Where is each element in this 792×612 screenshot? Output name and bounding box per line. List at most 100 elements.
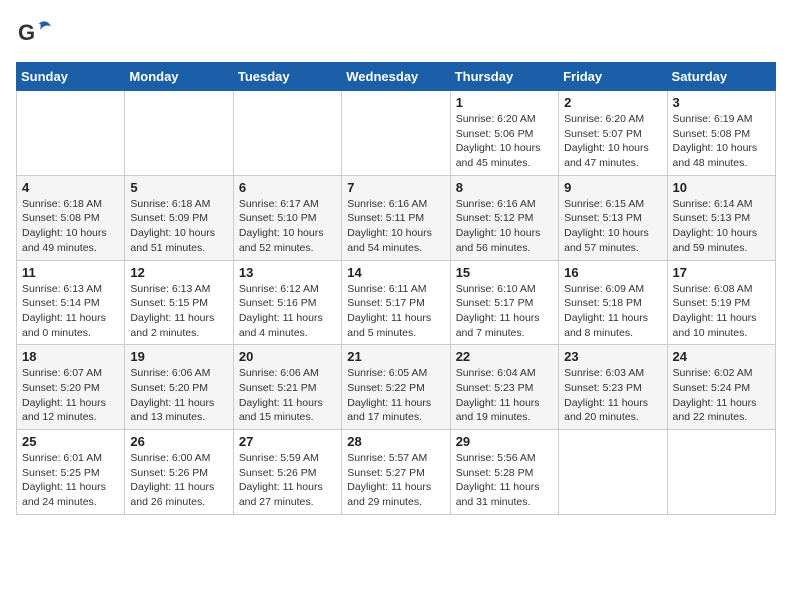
day-number: 2	[564, 95, 661, 110]
day-number: 16	[564, 265, 661, 280]
calendar-cell: 4 Sunrise: 6:18 AM Sunset: 5:08 PM Daylig…	[17, 175, 125, 260]
calendar-cell: 21 Sunrise: 6:05 AM Sunset: 5:22 PM Dayli…	[342, 345, 450, 430]
column-header-wednesday: Wednesday	[342, 63, 450, 91]
day-info: Sunrise: 6:11 AM Sunset: 5:17 PM Dayligh…	[347, 282, 444, 341]
day-number: 11	[22, 265, 119, 280]
day-number: 10	[673, 180, 770, 195]
day-number: 28	[347, 434, 444, 449]
day-number: 9	[564, 180, 661, 195]
calendar-cell: 20 Sunrise: 6:06 AM Sunset: 5:21 PM Dayli…	[233, 345, 341, 430]
calendar-cell: 7Sunrise: 6:16 AM Sunset: 5:11 PM Daylig…	[342, 175, 450, 260]
day-info: Sunrise: 6:08 AM Sunset: 5:19 PM Dayligh…	[673, 282, 770, 341]
calendar-week-row: 18 Sunrise: 6:07 AM Sunset: 5:20 PM Dayli…	[17, 345, 776, 430]
calendar-cell: 29 Sunrise: 5:56 AM Sunset: 5:28 PM Dayli…	[450, 430, 558, 515]
day-info: Sunrise: 6:20 AM Sunset: 5:06 PM Dayligh…	[456, 112, 553, 171]
calendar-week-row: 4 Sunrise: 6:18 AM Sunset: 5:08 PM Daylig…	[17, 175, 776, 260]
calendar-cell: 28 Sunrise: 5:57 AM Sunset: 5:27 PM Dayli…	[342, 430, 450, 515]
day-number: 20	[239, 349, 336, 364]
calendar-week-row: 25 Sunrise: 6:01 AM Sunset: 5:25 PM Dayli…	[17, 430, 776, 515]
day-number: 23	[564, 349, 661, 364]
calendar-cell: 24 Sunrise: 6:02 AM Sunset: 5:24 PM Dayli…	[667, 345, 775, 430]
day-number: 5	[130, 180, 227, 195]
day-info: Sunrise: 6:07 AM Sunset: 5:20 PM Dayligh…	[22, 366, 119, 425]
page-header: G	[16, 16, 776, 54]
day-number: 18	[22, 349, 119, 364]
day-number: 26	[130, 434, 227, 449]
logo: G	[16, 16, 56, 54]
day-info: Sunrise: 6:09 AM Sunset: 5:18 PM Dayligh…	[564, 282, 661, 341]
logo-icon: G	[16, 16, 54, 54]
day-info: Sunrise: 6:13 AM Sunset: 5:15 PM Dayligh…	[130, 282, 227, 341]
calendar-cell: 5 Sunrise: 6:18 AM Sunset: 5:09 PM Daylig…	[125, 175, 233, 260]
calendar-cell: 2 Sunrise: 6:20 AM Sunset: 5:07 PM Daylig…	[559, 91, 667, 176]
day-info: Sunrise: 6:04 AM Sunset: 5:23 PM Dayligh…	[456, 366, 553, 425]
calendar-cell: 25 Sunrise: 6:01 AM Sunset: 5:25 PM Dayli…	[17, 430, 125, 515]
day-number: 15	[456, 265, 553, 280]
day-info: Sunrise: 6:05 AM Sunset: 5:22 PM Dayligh…	[347, 366, 444, 425]
day-info: Sunrise: 6:01 AM Sunset: 5:25 PM Dayligh…	[22, 451, 119, 510]
calendar-cell: 26 Sunrise: 6:00 AM Sunset: 5:26 PM Dayli…	[125, 430, 233, 515]
calendar-cell	[233, 91, 341, 176]
day-info: Sunrise: 6:17 AM Sunset: 5:10 PM Dayligh…	[239, 197, 336, 256]
calendar-cell: 12 Sunrise: 6:13 AM Sunset: 5:15 PM Dayli…	[125, 260, 233, 345]
svg-text:G: G	[18, 20, 35, 45]
day-info: Sunrise: 6:18 AM Sunset: 5:09 PM Dayligh…	[130, 197, 227, 256]
day-number: 1	[456, 95, 553, 110]
calendar-week-row: 11 Sunrise: 6:13 AM Sunset: 5:14 PM Dayli…	[17, 260, 776, 345]
day-info: Sunrise: 6:18 AM Sunset: 5:08 PM Dayligh…	[22, 197, 119, 256]
calendar-cell: 13 Sunrise: 6:12 AM Sunset: 5:16 PM Dayli…	[233, 260, 341, 345]
day-info: Sunrise: 6:00 AM Sunset: 5:26 PM Dayligh…	[130, 451, 227, 510]
day-number: 12	[130, 265, 227, 280]
day-info: Sunrise: 6:13 AM Sunset: 5:14 PM Dayligh…	[22, 282, 119, 341]
column-header-thursday: Thursday	[450, 63, 558, 91]
day-number: 17	[673, 265, 770, 280]
day-info: Sunrise: 6:06 AM Sunset: 5:21 PM Dayligh…	[239, 366, 336, 425]
calendar-cell: 14 Sunrise: 6:11 AM Sunset: 5:17 PM Dayli…	[342, 260, 450, 345]
day-info: Sunrise: 6:20 AM Sunset: 5:07 PM Dayligh…	[564, 112, 661, 171]
calendar-week-row: 1 Sunrise: 6:20 AM Sunset: 5:06 PM Daylig…	[17, 91, 776, 176]
column-header-saturday: Saturday	[667, 63, 775, 91]
calendar-cell: 1 Sunrise: 6:20 AM Sunset: 5:06 PM Daylig…	[450, 91, 558, 176]
calendar-cell: 11 Sunrise: 6:13 AM Sunset: 5:14 PM Dayli…	[17, 260, 125, 345]
day-info: Sunrise: 6:14 AM Sunset: 5:13 PM Dayligh…	[673, 197, 770, 256]
column-header-friday: Friday	[559, 63, 667, 91]
calendar-table: SundayMondayTuesdayWednesdayThursdayFrid…	[16, 62, 776, 515]
calendar-header-row: SundayMondayTuesdayWednesdayThursdayFrid…	[17, 63, 776, 91]
day-info: Sunrise: 6:16 AM Sunset: 5:12 PM Dayligh…	[456, 197, 553, 256]
day-info: Sunrise: 6:03 AM Sunset: 5:23 PM Dayligh…	[564, 366, 661, 425]
column-header-sunday: Sunday	[17, 63, 125, 91]
day-info: Sunrise: 5:57 AM Sunset: 5:27 PM Dayligh…	[347, 451, 444, 510]
day-number: 24	[673, 349, 770, 364]
column-header-tuesday: Tuesday	[233, 63, 341, 91]
calendar-cell: 27 Sunrise: 5:59 AM Sunset: 5:26 PM Dayli…	[233, 430, 341, 515]
day-number: 25	[22, 434, 119, 449]
calendar-cell: 18 Sunrise: 6:07 AM Sunset: 5:20 PM Dayli…	[17, 345, 125, 430]
calendar-cell: 17 Sunrise: 6:08 AM Sunset: 5:19 PM Dayli…	[667, 260, 775, 345]
day-number: 6	[239, 180, 336, 195]
day-number: 13	[239, 265, 336, 280]
day-number: 21	[347, 349, 444, 364]
day-number: 4	[22, 180, 119, 195]
calendar-cell	[17, 91, 125, 176]
day-info: Sunrise: 6:12 AM Sunset: 5:16 PM Dayligh…	[239, 282, 336, 341]
day-info: Sunrise: 6:19 AM Sunset: 5:08 PM Dayligh…	[673, 112, 770, 171]
calendar-cell: 19Sunrise: 6:06 AM Sunset: 5:20 PM Dayli…	[125, 345, 233, 430]
calendar-cell: 15Sunrise: 6:10 AM Sunset: 5:17 PM Dayli…	[450, 260, 558, 345]
calendar-cell: 3Sunrise: 6:19 AM Sunset: 5:08 PM Daylig…	[667, 91, 775, 176]
calendar-cell: 16 Sunrise: 6:09 AM Sunset: 5:18 PM Dayli…	[559, 260, 667, 345]
day-number: 19	[130, 349, 227, 364]
calendar-cell: 6 Sunrise: 6:17 AM Sunset: 5:10 PM Daylig…	[233, 175, 341, 260]
day-number: 22	[456, 349, 553, 364]
calendar-cell: 22 Sunrise: 6:04 AM Sunset: 5:23 PM Dayli…	[450, 345, 558, 430]
calendar-cell	[559, 430, 667, 515]
day-number: 29	[456, 434, 553, 449]
column-header-monday: Monday	[125, 63, 233, 91]
day-number: 8	[456, 180, 553, 195]
day-info: Sunrise: 5:59 AM Sunset: 5:26 PM Dayligh…	[239, 451, 336, 510]
day-info: Sunrise: 6:02 AM Sunset: 5:24 PM Dayligh…	[673, 366, 770, 425]
day-number: 14	[347, 265, 444, 280]
day-info: Sunrise: 5:56 AM Sunset: 5:28 PM Dayligh…	[456, 451, 553, 510]
day-number: 27	[239, 434, 336, 449]
calendar-cell: 10 Sunrise: 6:14 AM Sunset: 5:13 PM Dayli…	[667, 175, 775, 260]
calendar-cell: 8 Sunrise: 6:16 AM Sunset: 5:12 PM Daylig…	[450, 175, 558, 260]
